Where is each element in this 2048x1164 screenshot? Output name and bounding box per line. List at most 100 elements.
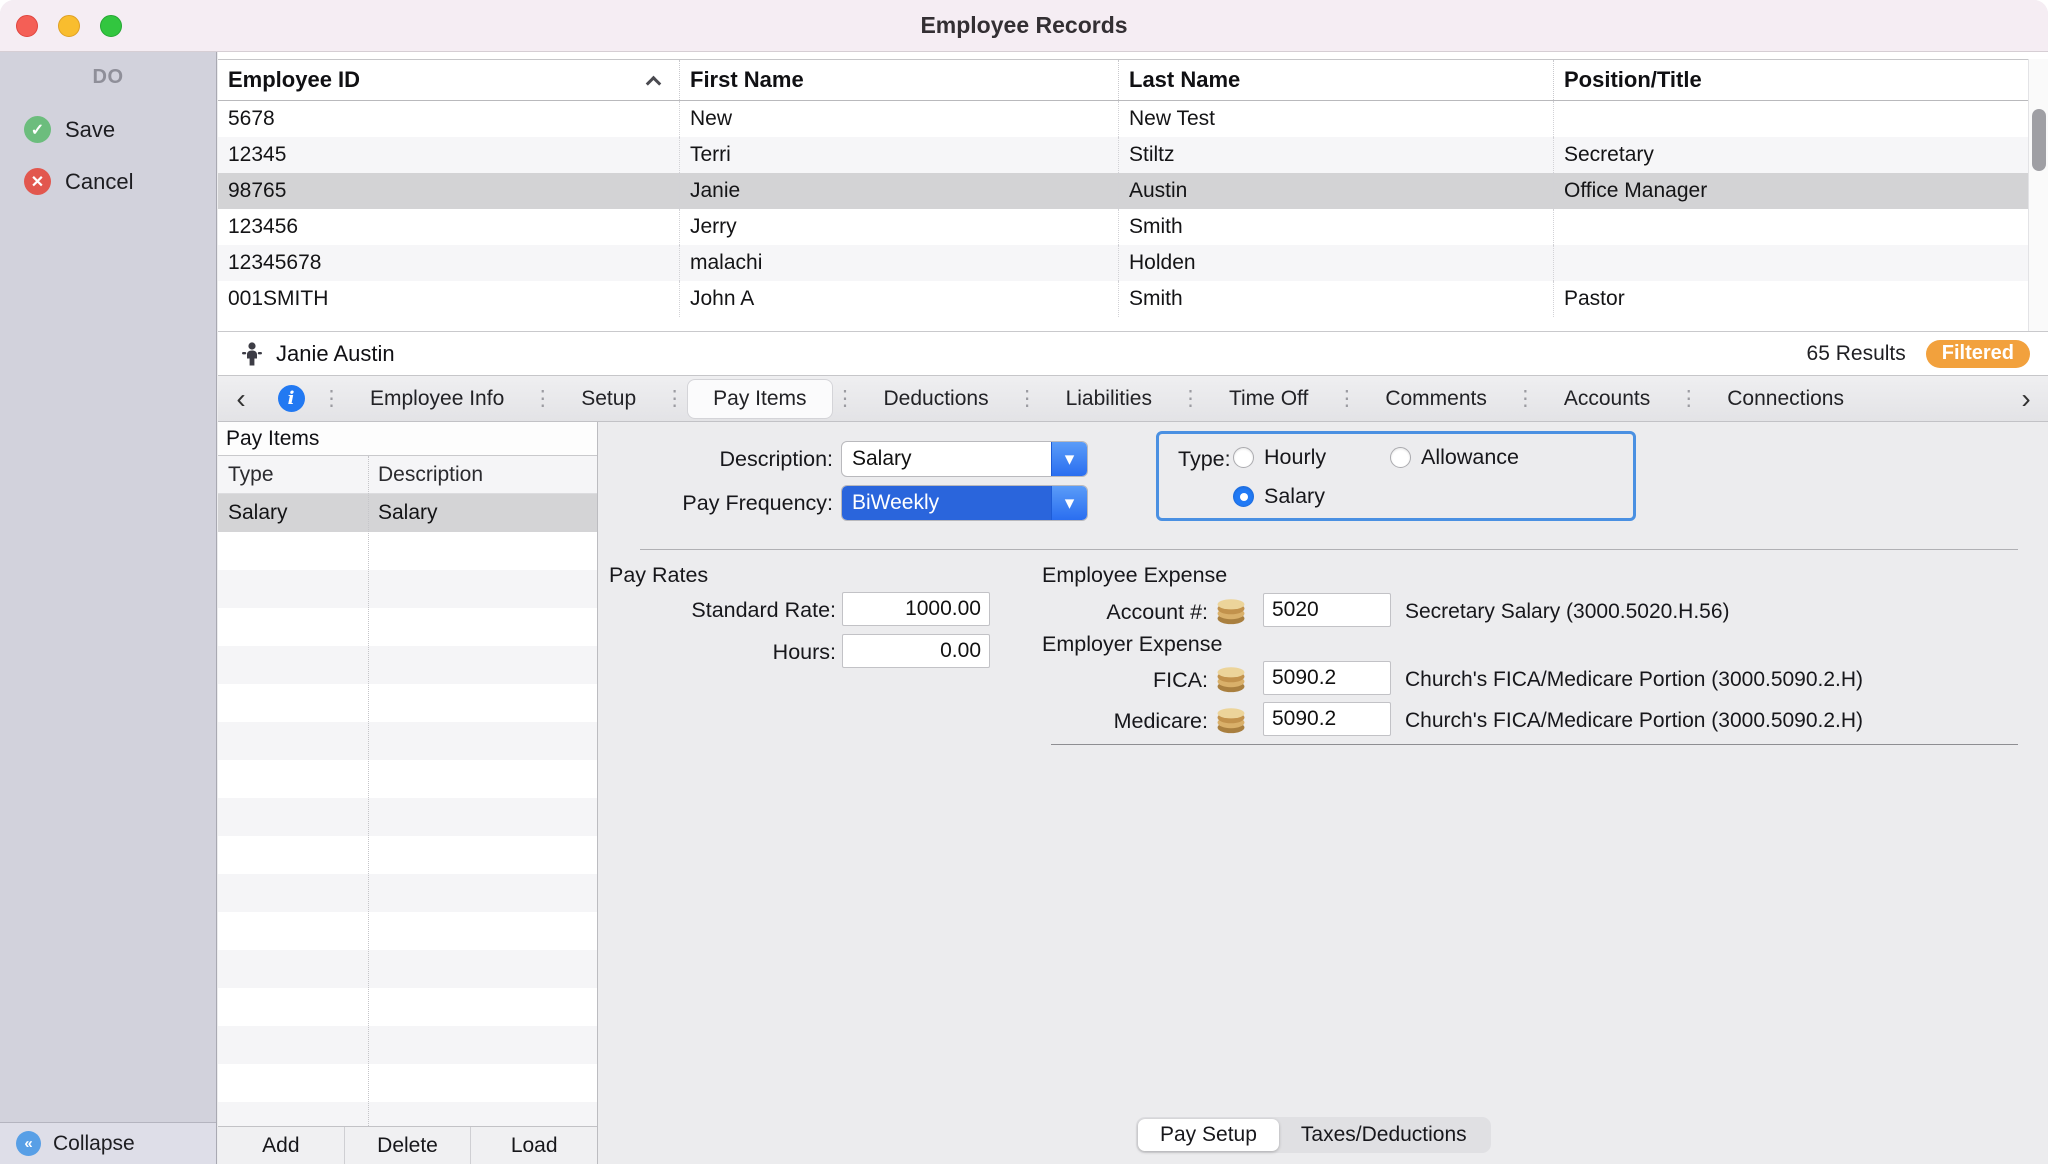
collapse-button[interactable]: « Collapse (0, 1122, 216, 1164)
tab-employee-info[interactable]: Employee Info (345, 380, 529, 418)
fica-account-lookup-icon[interactable] (1214, 662, 1248, 694)
cell-description: Salary (368, 501, 438, 525)
radio-hourly-label: Hourly (1264, 445, 1326, 470)
x-glyph: ✕ (31, 172, 44, 192)
save-button[interactable]: ✓ Save (24, 116, 115, 143)
pay-frequency-dropdown[interactable]: BiWeekly ▾ (841, 485, 1088, 521)
radio-salary[interactable]: Salary (1233, 484, 1325, 509)
vertical-scrollbar[interactable] (2028, 59, 2048, 331)
fica-account-field[interactable]: 5090.2 (1263, 661, 1391, 695)
main-region: Employee ID First Name Last Name Positio… (218, 52, 2048, 1164)
tab-time-off[interactable]: Time Off (1204, 380, 1333, 418)
type-group-label: Type: (1178, 447, 1231, 472)
table-row[interactable]: 123456 Jerry Smith (218, 209, 2028, 245)
column-header-label: Employee ID (228, 67, 360, 93)
chevron-right-icon: › (2021, 383, 2030, 414)
column-header-description[interactable]: Description (368, 463, 483, 487)
tab-bar: ‹ i ⋮ Employee Info ⋮ Setup ⋮ Pay Items … (218, 376, 2048, 422)
table-row[interactable]: 5678 New New Test (218, 101, 2028, 137)
account-lookup-icon[interactable] (1214, 594, 1248, 626)
tab-deductions[interactable]: Deductions (859, 380, 1014, 418)
tab-separator: ⋮ (1177, 386, 1204, 411)
tab-taxes-deductions[interactable]: Taxes/Deductions (1279, 1119, 1489, 1151)
minimize-window-button[interactable] (58, 15, 80, 37)
column-header-position-title[interactable]: Position/Title (1553, 60, 2028, 100)
tab-connections[interactable]: Connections (1702, 380, 1869, 418)
tab-pay-items[interactable]: Pay Items (688, 380, 831, 418)
employee-table: Employee ID First Name Last Name Positio… (218, 52, 2048, 332)
medicare-account-field[interactable]: 5090.2 (1263, 702, 1391, 736)
tab-info[interactable]: i (264, 385, 318, 412)
cell-position: Secretary (1553, 137, 2028, 173)
table-row[interactable]: 12345678 malachi Holden (218, 245, 2028, 281)
table-row-selected[interactable]: 98765 Janie Austin Office Manager (218, 173, 2028, 209)
close-window-button[interactable] (16, 15, 38, 37)
table-row[interactable]: 12345 Terri Stiltz Secretary (218, 137, 2028, 173)
tab-liabilities[interactable]: Liabilities (1041, 380, 1177, 418)
cell-first-name: Jerry (679, 209, 1118, 245)
zoom-window-button[interactable] (100, 15, 122, 37)
cell-first-name: John A (679, 281, 1118, 317)
cell-employee-id: 12345678 (218, 245, 679, 281)
account-number-label: Account #: (958, 600, 1208, 625)
sidebar-header: DO (0, 66, 216, 89)
titlebar: Employee Records (0, 0, 2048, 52)
load-button[interactable]: Load (471, 1127, 597, 1164)
medicare-account-description: Church's FICA/Medicare Portion (3000.509… (1405, 709, 1863, 733)
pay-item-row-selected[interactable]: Salary Salary (218, 494, 597, 532)
tab-separator: ⋮ (1512, 386, 1539, 411)
table-row[interactable]: 001SMITH John A Smith Pastor (218, 281, 2028, 317)
filtered-badge[interactable]: Filtered (1926, 340, 2030, 368)
cell-last-name: New Test (1118, 101, 1553, 137)
tabs-scroll-left-button[interactable]: ‹ (218, 377, 264, 421)
collapse-chevrons-icon: « (16, 1131, 41, 1156)
radio-allowance-label: Allowance (1421, 445, 1519, 470)
hours-field[interactable]: 0.00 (842, 634, 990, 668)
employee-table-rows: 5678 New New Test 12345 Terri Stiltz Sec… (218, 101, 2028, 317)
column-header-label: Position/Title (1564, 67, 1702, 93)
radio-allowance[interactable]: Allowance (1390, 445, 1519, 470)
tab-setup[interactable]: Setup (556, 380, 661, 418)
collapse-glyph: « (24, 1135, 32, 1152)
hours-label: Hours: (599, 640, 836, 665)
delete-button[interactable]: Delete (345, 1127, 472, 1164)
record-bar: Janie Austin 65 Results Filtered (218, 332, 2048, 376)
record-bar-right: 65 Results Filtered (1807, 340, 2048, 368)
cell-employee-id: 123456 (218, 209, 679, 245)
tab-comments[interactable]: Comments (1360, 380, 1512, 418)
radio-button-selected-icon (1233, 486, 1254, 507)
cell-first-name: Janie (679, 173, 1118, 209)
cell-last-name: Smith (1118, 281, 1553, 317)
tab-accounts[interactable]: Accounts (1539, 380, 1675, 418)
pay-frequency-dropdown-value: BiWeekly (842, 486, 1051, 520)
tab-separator: ⋮ (1333, 386, 1360, 411)
pay-items-panel-title: Pay Items (218, 422, 597, 456)
check-glyph: ✓ (31, 120, 44, 140)
account-number-field[interactable]: 5020 (1263, 593, 1391, 627)
tab-pay-setup[interactable]: Pay Setup (1138, 1119, 1279, 1151)
sidebar: DO ✓ Save ✕ Cancel « Collapse (0, 52, 217, 1164)
tab-separator: ⋮ (661, 386, 688, 411)
tabs-scroll-right-button[interactable]: › (2004, 377, 2048, 421)
cell-position: Pastor (1553, 281, 2028, 317)
add-button[interactable]: Add (218, 1127, 345, 1164)
dropdown-arrow-icon: ▾ (1051, 486, 1087, 520)
cell-employee-id: 001SMITH (218, 281, 679, 317)
cell-first-name: New (679, 101, 1118, 137)
description-dropdown[interactable]: Salary ▾ (841, 441, 1088, 477)
pay-items-actions: Add Delete Load (218, 1126, 597, 1164)
scrollbar-thumb[interactable] (2032, 109, 2046, 171)
info-glyph: i (288, 388, 295, 409)
column-header-label: Last Name (1129, 67, 1240, 93)
pay-items-column-header: Type Description (218, 456, 597, 494)
tab-separator: ⋮ (318, 386, 345, 411)
medicare-account-lookup-icon[interactable] (1214, 703, 1248, 735)
column-header-first-name[interactable]: First Name (679, 60, 1118, 100)
cell-position (1553, 101, 2028, 137)
column-header-last-name[interactable]: Last Name (1118, 60, 1553, 100)
column-header-employee-id[interactable]: Employee ID (218, 60, 679, 100)
cancel-button[interactable]: ✕ Cancel (24, 168, 133, 195)
column-header-type[interactable]: Type (218, 463, 368, 487)
save-label: Save (65, 117, 115, 143)
radio-hourly[interactable]: Hourly (1233, 445, 1326, 470)
